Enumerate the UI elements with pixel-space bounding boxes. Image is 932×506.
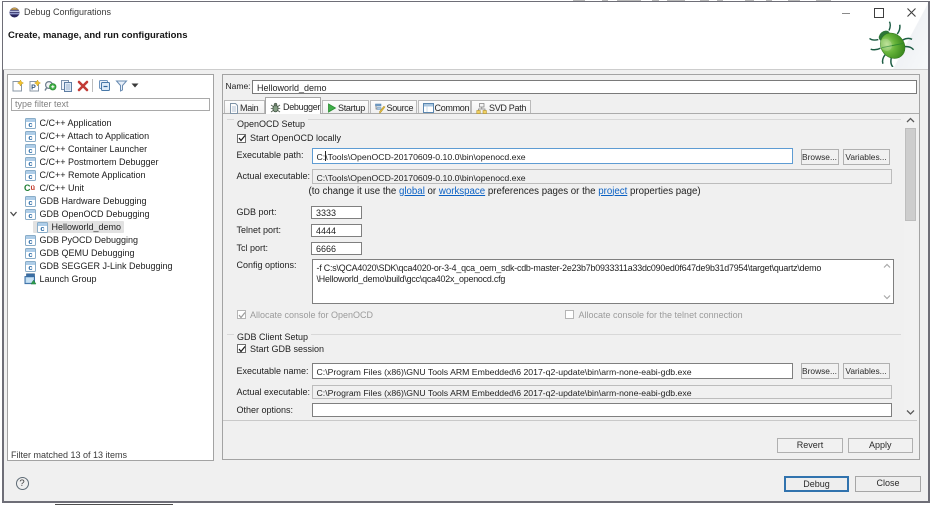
svg-text:P: P xyxy=(31,85,36,92)
